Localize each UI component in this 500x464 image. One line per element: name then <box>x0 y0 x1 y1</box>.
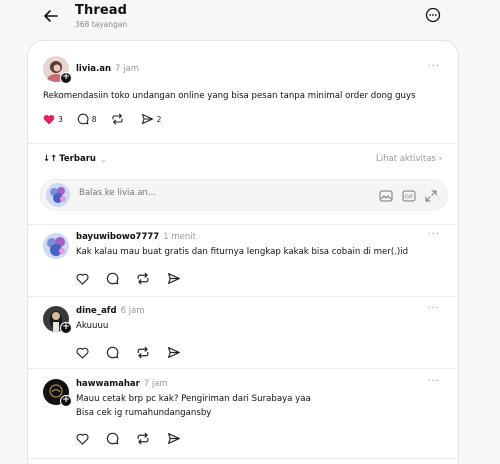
activity-label: Lihat aktivitas <box>375 154 436 164</box>
reply-text: Kak kalau mau buat gratis dan fiturnya l… <box>76 247 409 257</box>
sort-label: Terbaru <box>59 154 96 164</box>
repost-icon <box>136 432 150 445</box>
send-icon <box>141 113 154 125</box>
divider <box>28 458 458 459</box>
reply-time: 6 jam <box>120 306 145 316</box>
follow-plus-icon[interactable]: + <box>60 322 72 334</box>
repost-button[interactable] <box>111 113 127 125</box>
reply-time: 1 menit <box>163 232 196 242</box>
post-menu-icon[interactable]: ··· <box>427 61 440 72</box>
like-button[interactable] <box>76 273 92 285</box>
comment-button[interactable] <box>106 346 122 359</box>
svg-text:GIF: GIF <box>405 195 413 201</box>
reply-text-line-1: Mauu cetak brp pc kak? Pengiriman dari S… <box>76 394 311 404</box>
reply-menu-icon[interactable]: ··· <box>427 376 440 387</box>
comment-button[interactable]: 8 <box>77 113 97 125</box>
comment-button[interactable] <box>106 272 122 285</box>
view-activity-link[interactable]: Lihat aktivitas › <box>376 154 442 164</box>
thread-header: Thread 368 tayangan <box>0 0 500 38</box>
post-author[interactable]: livia.an 7 jam <box>76 64 139 74</box>
username[interactable]: livia.an <box>76 64 111 74</box>
comment-icon <box>106 432 119 445</box>
back-arrow-icon[interactable] <box>40 5 62 27</box>
chevron-down-icon: ⌄ <box>99 154 107 164</box>
view-count: 368 tayangan <box>75 20 128 29</box>
sort-dropdown[interactable]: ↓↑ Terbaru ⌄ <box>43 154 107 164</box>
reply-author[interactable]: dine_afd 6 jam <box>76 306 145 316</box>
share-button[interactable] <box>167 272 184 285</box>
repost-icon <box>136 346 150 359</box>
reply-author[interactable]: bayuwibowo7777 1 menit <box>76 232 196 242</box>
like-button[interactable]: 3 <box>43 114 63 125</box>
reply-menu-icon[interactable]: ··· <box>427 229 440 240</box>
share-button[interactable]: 2 <box>141 113 162 125</box>
page-title: Thread <box>75 3 128 18</box>
heart-icon <box>76 433 89 445</box>
repost-button[interactable] <box>136 346 153 359</box>
reply-actions <box>76 272 198 285</box>
main-post: + livia.an 7 jam ··· Rekomendasiin toko u… <box>28 41 458 141</box>
chevron-right-icon: › <box>438 154 442 164</box>
divider <box>28 143 458 144</box>
username[interactable]: hawwamahar <box>76 379 140 389</box>
repost-icon <box>111 113 124 125</box>
repost-icon <box>136 272 150 285</box>
comment-icon <box>106 346 119 359</box>
reply-item: + hawwamahar 7 jam ··· Mauu cetak brp pc … <box>28 368 458 458</box>
heart-icon <box>76 347 89 359</box>
reply-time: 7 jam <box>143 379 168 389</box>
follow-plus-icon[interactable]: + <box>60 72 72 84</box>
repost-button[interactable] <box>136 272 153 285</box>
like-button[interactable] <box>76 433 92 445</box>
comment-button[interactable] <box>106 432 122 445</box>
username[interactable]: bayuwibowo7777 <box>76 232 159 242</box>
reply-actions <box>76 432 198 445</box>
gif-icon[interactable]: GIF <box>401 188 417 204</box>
heart-filled-icon <box>43 114 55 125</box>
image-icon[interactable] <box>378 188 394 204</box>
reply-text-line-2: Bisa cek ig rumahundangansby <box>76 408 212 418</box>
expand-icon[interactable] <box>423 188 439 204</box>
avatar[interactable] <box>43 233 69 259</box>
comment-icon <box>77 113 89 125</box>
post-actions: 3 8 2 <box>43 113 175 125</box>
like-count: 3 <box>58 114 63 124</box>
reply-actions <box>76 346 198 359</box>
reply-author[interactable]: hawwamahar 7 jam <box>76 379 168 389</box>
send-icon <box>167 432 181 445</box>
share-count: 2 <box>156 114 162 124</box>
comment-icon <box>106 272 119 285</box>
heart-icon <box>76 273 89 285</box>
sort-icon: ↓↑ <box>43 154 58 164</box>
current-user-avatar <box>46 183 70 207</box>
reply-menu-icon[interactable]: ··· <box>427 303 440 314</box>
send-icon <box>167 346 181 359</box>
thread-panel: + livia.an 7 jam ··· Rekomendasiin toko u… <box>27 40 459 464</box>
reply-box: GIF <box>40 179 448 211</box>
more-options-icon[interactable] <box>424 6 442 24</box>
reply-item: + dine_afd 6 jam ··· Akuuuu <box>28 296 458 368</box>
share-button[interactable] <box>167 432 184 445</box>
reply-item: bayuwibowo7777 1 menit ··· Kak kalau mau … <box>28 224 458 296</box>
repost-button[interactable] <box>136 432 153 445</box>
post-text: Rekomendasiin toko undangan online yang … <box>43 91 416 101</box>
reply-input[interactable] <box>79 188 359 198</box>
username[interactable]: dine_afd <box>76 306 117 316</box>
reply-text: Akuuuu <box>76 321 109 331</box>
like-button[interactable] <box>76 347 92 359</box>
follow-plus-icon[interactable]: + <box>60 395 72 407</box>
comment-count: 8 <box>91 114 97 124</box>
share-button[interactable] <box>167 346 184 359</box>
send-icon <box>167 272 181 285</box>
post-time: 7 jam <box>115 64 140 74</box>
